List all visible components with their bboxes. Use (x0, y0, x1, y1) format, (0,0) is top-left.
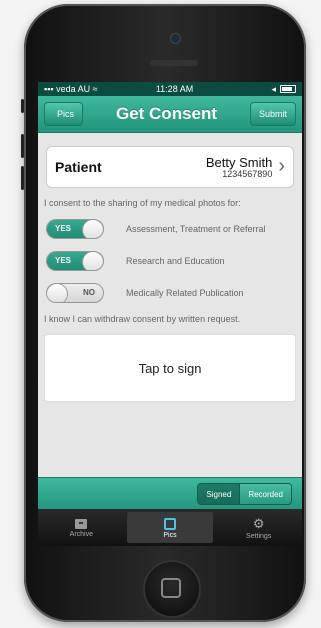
toggle-knob (82, 252, 103, 270)
earpiece-speaker (150, 60, 198, 66)
status-time: 11:28 AM (155, 84, 194, 94)
nav-bar: Pics Get Consent Submit (38, 96, 302, 133)
option-label: Research and Education (126, 256, 225, 266)
gear-icon: ⚙ (252, 515, 265, 531)
app-screen: ▪▪▪ veda AU ≈ 11:28 AM ◂ Pics Get Consen… (38, 82, 302, 546)
tab-label: Pics (163, 531, 177, 539)
option-row-research: YES Research and Education (46, 250, 302, 272)
tab-label: Settings (246, 532, 272, 540)
signal-icon: ▪▪▪ (44, 84, 54, 94)
toggle-state: NO (83, 288, 95, 297)
patient-label: Patient (55, 159, 102, 175)
tab-archive[interactable]: Archive (38, 509, 125, 546)
toggle-assessment[interactable]: YES (46, 219, 104, 239)
option-row-assessment: YES Assessment, Treatment or Referral (46, 218, 302, 240)
withdraw-note: I know I can withdraw consent by written… (44, 314, 241, 324)
tab-settings[interactable]: ⚙ Settings (215, 509, 302, 546)
status-segmented-control: Signed Recorded (197, 483, 292, 505)
patient-info: Betty Smith 1234567890 (206, 155, 272, 179)
toggle-state: YES (55, 224, 72, 233)
patient-name: Betty Smith (205, 155, 273, 170)
volume-down-button (21, 166, 24, 190)
toggle-knob (47, 284, 68, 302)
chevron-right-icon: › (278, 154, 285, 177)
toggle-research[interactable]: YES (46, 251, 104, 271)
option-label: Medically Related Publication (126, 288, 244, 298)
location-icon: ◂ (271, 83, 276, 94)
battery-icon (280, 85, 296, 93)
volume-up-button (21, 134, 24, 158)
mute-switch (21, 99, 24, 113)
signature-area[interactable]: Tap to sign (44, 334, 296, 402)
option-label: Assessment, Treatment or Referral (126, 224, 266, 234)
segment-recorded[interactable]: Recorded (239, 484, 291, 504)
home-square-icon (161, 578, 181, 598)
sign-prompt: Tap to sign (138, 360, 202, 376)
page-title: Get Consent (115, 104, 218, 123)
submit-button[interactable]: Submit (249, 102, 296, 126)
bottom-toolbar: Signed Recorded (38, 477, 302, 510)
segment-signed[interactable]: Signed (198, 484, 240, 504)
consent-intro: I consent to the sharing of my medical p… (44, 198, 241, 208)
tab-pics[interactable]: Pics (126, 512, 214, 543)
patient-id: 1234567890 (222, 169, 273, 179)
status-bar: ▪▪▪ veda AU ≈ 11:28 AM ◂ (38, 82, 302, 96)
tab-bar: Archive Pics ⚙ Settings (38, 509, 302, 546)
toggle-state: YES (55, 256, 72, 265)
back-button[interactable]: Pics (44, 102, 84, 126)
camera (170, 33, 181, 44)
archive-icon (75, 519, 88, 529)
pics-icon (164, 517, 176, 530)
option-row-publication: NO Medically Related Publication (46, 282, 302, 304)
toggle-knob (82, 220, 103, 238)
patient-row[interactable]: Patient Betty Smith 1234567890 › (46, 146, 294, 188)
toggle-publication[interactable]: NO (46, 283, 104, 303)
tab-label: Archive (69, 531, 93, 538)
